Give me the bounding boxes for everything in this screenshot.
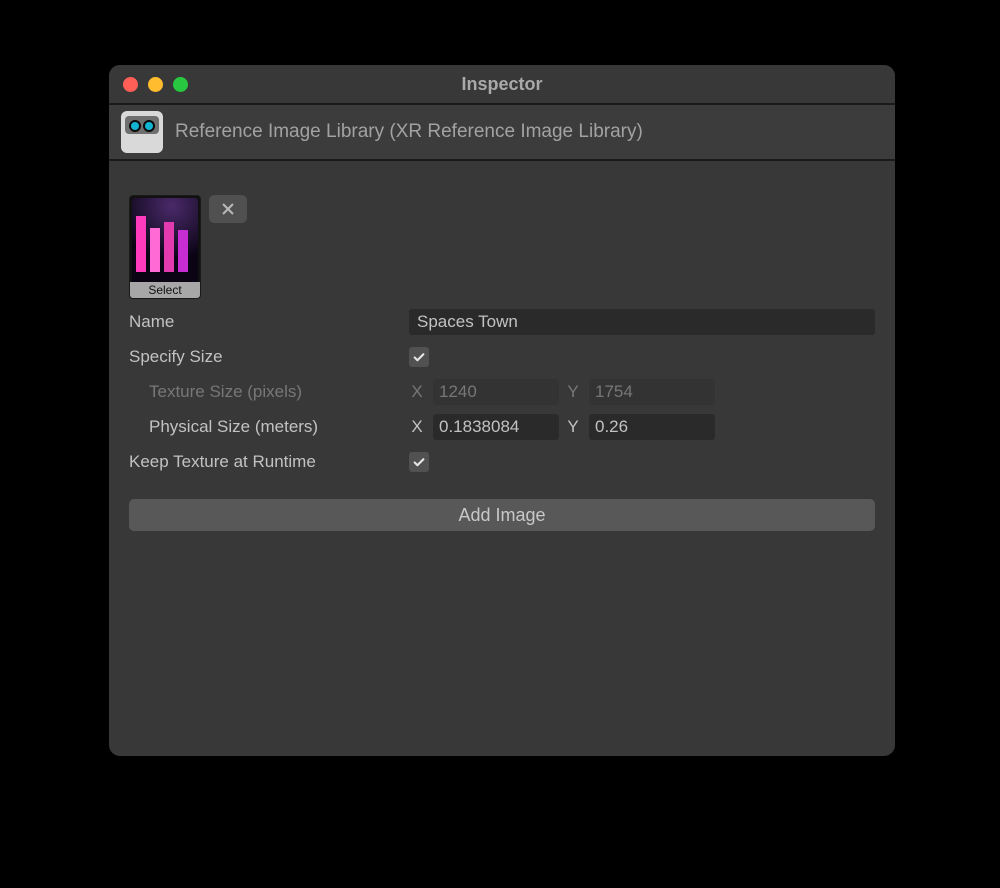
keep-texture-label: Keep Texture at Runtime [129,452,409,472]
physical-size-row: Physical Size (meters) X Y [129,410,875,444]
physical-size-label: Physical Size (meters) [129,417,409,437]
checkmark-icon [412,455,426,469]
remove-image-button[interactable] [209,195,247,223]
window-close-button[interactable] [123,77,138,92]
window-zoom-button[interactable] [173,77,188,92]
reference-image-thumbnail[interactable]: Select [129,195,201,299]
physical-size-x-label: X [409,417,425,437]
window-traffic-lights [123,77,188,92]
physical-size-y-label: Y [565,417,581,437]
name-label: Name [129,312,409,332]
texture-size-row: Texture Size (pixels) X Y [129,375,875,409]
inspector-window: Inspector Reference Image Library (XR Re… [109,65,895,756]
inspector-content: Select Name Specify Size [109,161,895,756]
add-image-button[interactable]: Add Image [129,499,875,531]
specify-size-label: Specify Size [129,347,409,367]
physical-size-x-input[interactable] [433,414,559,440]
asset-title: Reference Image Library (XR Reference Im… [175,121,643,143]
keep-texture-row: Keep Texture at Runtime [129,445,875,479]
window-titlebar: Inspector [109,65,895,103]
add-image-label: Add Image [458,505,545,526]
reference-image-select-label: Select [130,282,200,298]
window-minimize-button[interactable] [148,77,163,92]
specify-size-row: Specify Size [129,340,875,374]
window-title: Inspector [109,74,895,95]
keep-texture-checkbox[interactable] [409,452,429,472]
name-row: Name [129,305,875,339]
asset-header: Reference Image Library (XR Reference Im… [109,103,895,161]
reference-image-form: Name Specify Size Texture Size (pixels) [129,305,875,531]
specify-size-checkbox[interactable] [409,347,429,367]
name-input[interactable] [409,309,875,335]
texture-size-y-field [589,379,715,405]
close-icon [221,202,235,216]
asset-type-icon [121,111,163,153]
checkmark-icon [412,350,426,364]
texture-size-x-field [433,379,559,405]
reference-image-row: Select [129,195,875,299]
texture-size-y-label: Y [565,382,581,402]
physical-size-y-input[interactable] [589,414,715,440]
texture-size-label: Texture Size (pixels) [129,382,409,402]
texture-size-x-label: X [409,382,425,402]
